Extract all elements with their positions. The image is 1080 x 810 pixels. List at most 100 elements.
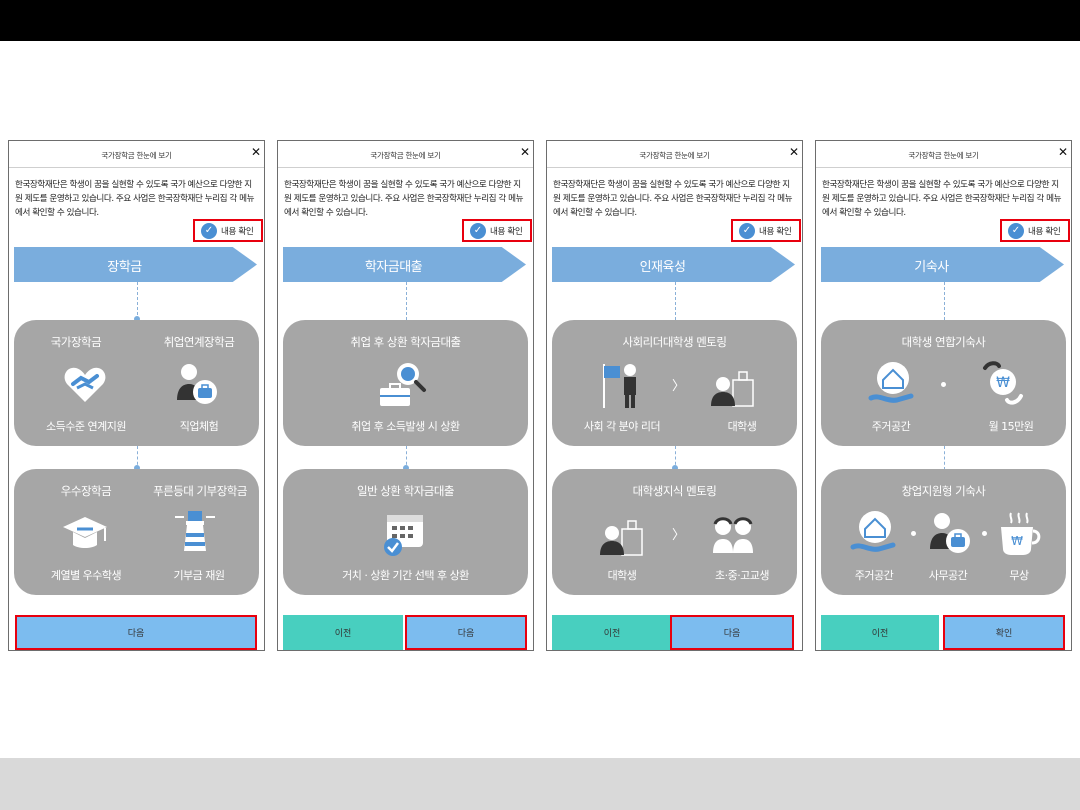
house-hand-icon xyxy=(868,362,914,403)
card-title: 사회리더대학생 멘토링 xyxy=(622,335,727,349)
content-confirm-button[interactable]: ✓ 내용 확인 xyxy=(462,219,532,242)
card-label: 취업 후 소득발생 시 상환 xyxy=(351,420,460,433)
dialog-description: 한국장학재단은 학생이 꿈을 실현할 수 있도록 국가 예산으로 다양한 지원 … xyxy=(284,180,524,218)
card-item-title: 우수장학금 xyxy=(60,484,112,498)
section-banner: 학자금대출 xyxy=(283,247,526,282)
dialog-title: 국가장학금 한눈에 보기 xyxy=(639,151,710,160)
ok-button[interactable]: 확인 xyxy=(943,615,1065,650)
top-bar xyxy=(0,0,1080,41)
program-card: 국가장학금 취업연계장학금 소득수준 연계지원 직업체험 xyxy=(14,320,259,446)
program-card: 우수장학금 푸른등대 기부장학금 계열별 우수학생 기부금 재원 xyxy=(14,469,259,595)
card-item-label: 월 15만원 xyxy=(988,420,1034,433)
content-confirm-button[interactable]: ✓ 내용 확인 xyxy=(731,219,801,242)
dialog-header: 국가장학금 한눈에 보기 ✕ xyxy=(278,141,533,168)
prev-button[interactable]: 이전 xyxy=(552,615,672,650)
student-building-icon xyxy=(711,371,754,407)
coffee-cup-icon: ₩ xyxy=(1001,512,1041,555)
house-hand-icon xyxy=(850,511,896,552)
card-item-title: 푸른등대 기부장학금 xyxy=(153,484,247,498)
connector-line xyxy=(406,282,407,320)
dialog-title: 국가장학금 한눈에 보기 xyxy=(908,151,979,160)
close-icon[interactable]: ✕ xyxy=(789,146,799,158)
worker-briefcase-icon xyxy=(177,364,217,404)
dialog-panel-student-loan: 국가장학금 한눈에 보기 ✕ 한국장학재단은 학생이 꿈을 실현할 수 있도록 … xyxy=(277,140,534,651)
card-item-label: 대학생 xyxy=(607,569,637,582)
section-banner: 기숙사 xyxy=(821,247,1064,282)
card-label: 거치 · 상환 기간 선택 후 상환 xyxy=(342,569,469,582)
svg-text:₩: ₩ xyxy=(996,375,1010,391)
section-banner: 인재육성 xyxy=(552,247,795,282)
dialog-description: 한국장학재단은 학생이 꿈을 실현할 수 있도록 국가 예산으로 다양한 지원 … xyxy=(15,180,255,218)
card-item-label: 초·중·고교생 xyxy=(714,569,770,582)
dialog-panel-talent: 국가장학금 한눈에 보기 ✕ 한국장학재단은 학생이 꿈을 실현할 수 있도록 … xyxy=(546,140,803,651)
card-title: 대학생 연합기숙사 xyxy=(901,335,986,349)
separator-dot xyxy=(911,531,916,536)
close-icon[interactable]: ✕ xyxy=(1058,146,1068,158)
arrow-icon: 〉 xyxy=(672,528,686,543)
card-item-label: 주거공간 xyxy=(871,420,911,433)
card-item-title: 취업연계장학금 xyxy=(163,335,235,349)
dialog-header: 국가장학금 한눈에 보기 ✕ xyxy=(547,141,802,168)
check-icon: ✓ xyxy=(470,222,486,239)
won-coin-icon: ₩ xyxy=(983,361,1023,405)
dialog-description: 한국장학재단은 학생이 꿈을 실현할 수 있도록 국가 예산으로 다양한 지원 … xyxy=(822,180,1062,218)
next-button[interactable]: 다음 xyxy=(15,615,257,650)
close-icon[interactable]: ✕ xyxy=(251,146,261,158)
content-confirm-label: 내용 확인 xyxy=(221,226,254,237)
card-item-label: 대학생 xyxy=(727,420,757,433)
card-item-label: 무상 xyxy=(1009,569,1029,582)
card-title: 창업지원형 기숙사 xyxy=(901,484,986,498)
section-banner-label: 장학금 xyxy=(107,260,142,275)
separator-dot xyxy=(941,382,946,387)
next-button[interactable]: 다음 xyxy=(670,615,794,650)
check-icon: ✓ xyxy=(1008,222,1024,239)
prev-button[interactable]: 이전 xyxy=(283,615,403,650)
calendar-check-icon xyxy=(384,515,423,556)
card-item-label: 계열별 우수학생 xyxy=(50,569,122,582)
prev-button[interactable]: 이전 xyxy=(821,615,939,650)
dialog-header: 국가장학금 한눈에 보기 ✕ xyxy=(816,141,1071,168)
dialog-title: 국가장학금 한눈에 보기 xyxy=(370,151,441,160)
children-icon xyxy=(713,517,753,553)
program-card: 창업지원형 기숙사 ₩ 주거공간 사무공간 무상 xyxy=(821,469,1066,595)
program-card: 취업 후 상환 학자금대출 취업 후 소득발생 시 상환 xyxy=(283,320,528,446)
separator-dot xyxy=(982,531,987,536)
card-item-label: 사무공간 xyxy=(928,569,968,582)
content-confirm-label: 내용 확인 xyxy=(490,226,523,237)
content-confirm-button[interactable]: ✓ 내용 확인 xyxy=(193,219,263,242)
lighthouse-icon xyxy=(175,511,215,551)
program-card: 대학생지식 멘토링 〉 대학생 초·중·고교생 xyxy=(552,469,797,595)
content-confirm-button[interactable]: ✓ 내용 확인 xyxy=(1000,219,1070,242)
card-item-label: 사회 각 분야 리더 xyxy=(583,420,661,433)
section-banner: 장학금 xyxy=(14,247,257,282)
card-title: 대학생지식 멘토링 xyxy=(632,484,717,498)
dialog-panel-dormitory: 국가장학금 한눈에 보기 ✕ 한국장학재단은 학생이 꿈을 실현할 수 있도록 … xyxy=(815,140,1072,651)
bottom-bar xyxy=(0,758,1080,810)
program-card: 일반 상환 학자금대출 거치 · 상환 기간 선택 후 상환 xyxy=(283,469,528,595)
handshake-heart-icon xyxy=(64,367,106,402)
section-banner-label: 인재육성 xyxy=(639,260,686,275)
dialog-panel-scholarship: 국가장학금 한눈에 보기 ✕ 한국장학재단은 학생이 꿈을 실현할 수 있도록 … xyxy=(8,140,265,651)
connector-line xyxy=(944,282,945,320)
card-item-label: 직업체험 xyxy=(179,420,219,433)
section-banner-label: 기숙사 xyxy=(914,260,949,275)
program-card: 대학생 연합기숙사 ₩ 주거공간 월 15만원 xyxy=(821,320,1066,446)
section-banner-label: 학자금대출 xyxy=(364,260,423,275)
student-building-icon xyxy=(600,520,643,556)
magnifier-briefcase-icon xyxy=(380,363,426,406)
connector-line xyxy=(944,446,945,470)
card-item-label: 소득수준 연계지원 xyxy=(46,420,126,433)
card-item-label: 기부금 재원 xyxy=(173,569,225,582)
content-confirm-label: 내용 확인 xyxy=(1028,226,1061,237)
dialog-title: 국가장학금 한눈에 보기 xyxy=(101,151,172,160)
connector-line xyxy=(137,282,138,320)
next-button[interactable]: 다음 xyxy=(405,615,527,650)
content-confirm-label: 내용 확인 xyxy=(759,226,792,237)
svg-text:₩: ₩ xyxy=(1011,534,1023,548)
dialog-header: 국가장학금 한눈에 보기 ✕ xyxy=(9,141,264,168)
close-icon[interactable]: ✕ xyxy=(520,146,530,158)
leader-flag-icon xyxy=(603,364,636,408)
dialog-description: 한국장학재단은 학생이 꿈을 실현할 수 있도록 국가 예산으로 다양한 지원 … xyxy=(553,180,793,218)
connector-line xyxy=(675,282,676,320)
card-title: 일반 상환 학자금대출 xyxy=(356,484,455,498)
